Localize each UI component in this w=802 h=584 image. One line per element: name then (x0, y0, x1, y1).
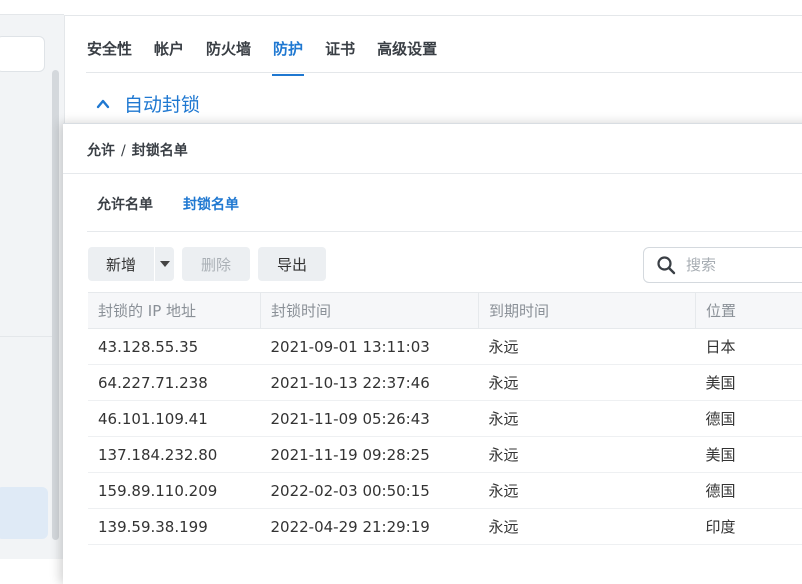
cell-ip: 64.227.71.238 (88, 365, 261, 401)
cell-expiry: 永远 (479, 509, 696, 545)
table-row[interactable]: 46.101.109.41 2021-11-09 05:26:43 永远 德国 (88, 401, 802, 437)
caret-down-icon[interactable] (155, 261, 174, 267)
allow-block-list-dialog: 允许 / 封锁名单 允许名单 封锁名单 新增 删除 导出 封锁的 IP 地址 封锁时… (63, 123, 802, 584)
tab-account[interactable]: 帐户 (153, 30, 185, 72)
table-row[interactable]: 139.59.38.199 2022-04-29 21:29:19 永远 印度 (88, 509, 802, 545)
tab-advanced[interactable]: 高级设置 (376, 30, 438, 72)
cell-location: 印度 (696, 509, 802, 545)
column-header-block-time[interactable]: 封锁时间 (261, 293, 479, 329)
delete-button[interactable]: 删除 (182, 247, 250, 281)
cell-block-time: 2021-11-09 05:26:43 (261, 401, 479, 437)
cell-block-time: 2021-09-01 13:11:03 (261, 329, 479, 365)
sidebar (0, 0, 65, 559)
export-button[interactable]: 导出 (258, 247, 326, 281)
blocked-ip-table: 封锁的 IP 地址 封锁时间 到期时间 位置 43.128.55.35 2021… (88, 292, 802, 545)
sidebar-search-input[interactable] (0, 36, 45, 72)
cell-block-time: 2022-02-03 00:50:15 (261, 473, 479, 509)
cell-expiry: 永远 (479, 437, 696, 473)
table-row[interactable]: 64.227.71.238 2021-10-13 22:37:46 永远 美国 (88, 365, 802, 401)
cell-expiry: 永远 (479, 365, 696, 401)
cell-expiry: 永远 (479, 401, 696, 437)
table-row[interactable]: 159.89.110.209 2022-02-03 00:50:15 永远 德国 (88, 473, 802, 509)
cell-location: 日本 (696, 329, 802, 365)
breadcrumb-separator: / (121, 143, 126, 159)
column-header-expiry[interactable]: 到期时间 (479, 293, 696, 329)
cell-location: 美国 (696, 437, 802, 473)
tab-firewall[interactable]: 防火墙 (205, 30, 252, 72)
search-icon (656, 255, 676, 275)
cell-location: 德国 (696, 473, 802, 509)
section-title: 自动封锁 (124, 90, 200, 117)
cell-ip: 159.89.110.209 (88, 473, 261, 509)
toolbar: 新增 删除 导出 (88, 247, 334, 281)
cell-location: 德国 (696, 401, 802, 437)
cell-expiry: 永远 (479, 473, 696, 509)
add-button[interactable]: 新增 (88, 254, 154, 275)
sidebar-scrollbar[interactable] (52, 70, 59, 540)
cell-ip: 43.128.55.35 (88, 329, 261, 365)
subtabs-divider (87, 231, 802, 232)
cell-ip: 139.59.38.199 (88, 509, 261, 545)
breadcrumb: 允许 / 封锁名单 (87, 140, 188, 160)
tab-certificate[interactable]: 证书 (324, 30, 356, 72)
cell-block-time: 2021-10-13 22:37:46 (261, 365, 479, 401)
cell-ip: 46.101.109.41 (88, 401, 261, 437)
window-header (64, 0, 802, 16)
chevron-up-icon (96, 97, 110, 111)
sidebar-header (0, 0, 64, 15)
tab-protection[interactable]: 防护 (272, 30, 304, 72)
tab-allow-list[interactable]: 允许名单 (97, 194, 153, 214)
table-row[interactable]: 137.184.232.80 2021-11-19 09:28:25 永远 美国 (88, 437, 802, 473)
cell-block-time: 2021-11-19 09:28:25 (261, 437, 479, 473)
tab-security[interactable]: 安全性 (86, 30, 133, 72)
sidebar-divider (0, 336, 52, 337)
table-row[interactable]: 43.128.55.35 2021-09-01 13:11:03 永远 日本 (88, 329, 802, 365)
column-header-ip[interactable]: 封锁的 IP 地址 (88, 293, 261, 329)
cell-expiry: 永远 (479, 329, 696, 365)
sidebar-item-selected[interactable] (0, 487, 48, 539)
settings-tabs: 安全性 帐户 防火墙 防护 证书 高级设置 (86, 30, 802, 73)
column-header-location[interactable]: 位置 (696, 293, 802, 329)
cell-location: 美国 (696, 365, 802, 401)
dialog-divider (63, 173, 802, 174)
tab-block-list[interactable]: 封锁名单 (183, 194, 239, 214)
table-header-row: 封锁的 IP 地址 封锁时间 到期时间 位置 (88, 293, 802, 329)
cell-ip: 137.184.232.80 (88, 437, 261, 473)
breadcrumb-current: 封锁名单 (132, 143, 188, 159)
auto-block-section-header[interactable]: 自动封锁 (96, 90, 200, 117)
add-split-button[interactable]: 新增 (88, 247, 174, 281)
search-input[interactable] (684, 255, 802, 275)
cell-block-time: 2022-04-29 21:29:19 (261, 509, 479, 545)
search-box[interactable] (643, 247, 802, 283)
list-tabs: 允许名单 封锁名单 (97, 194, 269, 214)
breadcrumb-parent[interactable]: 允许 (87, 143, 115, 159)
